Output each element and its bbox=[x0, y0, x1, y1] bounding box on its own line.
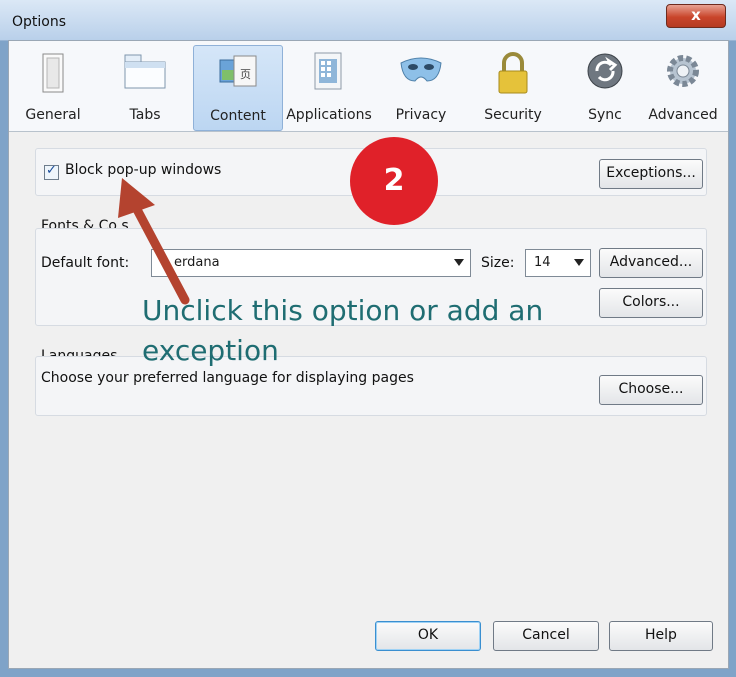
annotation-line-2: exception bbox=[142, 334, 279, 367]
arrow-shaft bbox=[127, 195, 190, 305]
annotation-arrow bbox=[118, 178, 190, 305]
annotation-line-1: Unclick this option or add an bbox=[142, 294, 544, 327]
